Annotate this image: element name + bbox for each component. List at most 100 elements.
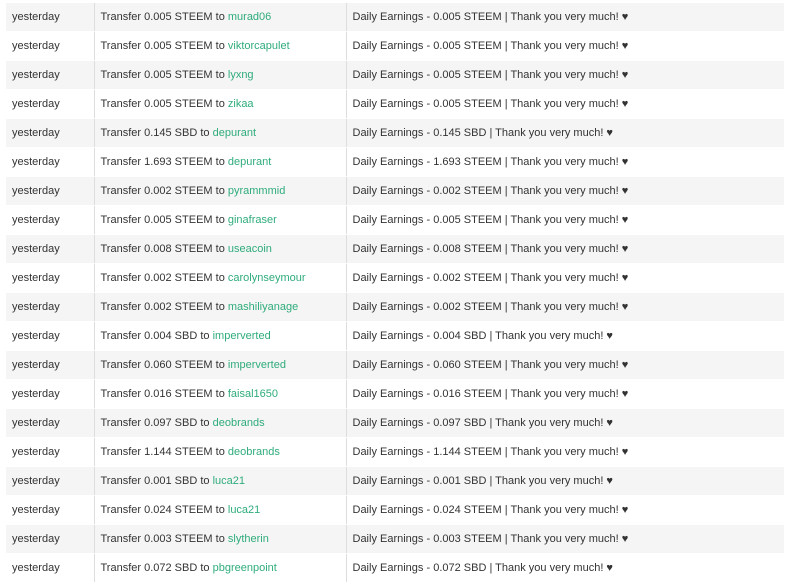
recipient-link[interactable]: depurant [213, 127, 256, 139]
recipient-link[interactable]: slytherin [228, 533, 269, 545]
table-row: yesterday Transfer 0.005 STEEM to zikaa Da… [6, 89, 784, 119]
transfer-action: Transfer 0.002 STEEM to pyrammmid [94, 176, 347, 206]
table-row: yesterday Transfer 1.693 STEEM to depuran… [6, 147, 784, 177]
transfer-date: yesterday [6, 118, 95, 148]
transfer-action: Transfer 0.016 STEEM to faisal1650 [94, 379, 347, 409]
transfer-memo: Daily Earnings - 0.072 SBD | Thank you v… [346, 553, 784, 583]
table-row: yesterday Transfer 0.060 STEEM to imperve… [6, 350, 784, 380]
recipient-link[interactable]: ginafraser [228, 214, 277, 226]
table-row: yesterday Transfer 0.016 STEEM to faisal1… [6, 379, 784, 409]
transfer-action: Transfer 1.693 STEEM to depurant [94, 147, 347, 177]
transfer-date: yesterday [6, 263, 95, 293]
transfer-action: Transfer 0.072 SBD to pbgreenpoint [94, 553, 347, 583]
transfer-action-text: Transfer 0.145 SBD to [100, 127, 210, 139]
transfer-action-text: Transfer 0.005 STEEM to [100, 214, 225, 226]
transfer-date: yesterday [6, 205, 95, 235]
recipient-link[interactable]: mashiliyanage [228, 301, 298, 313]
recipient-link[interactable]: depurant [228, 156, 271, 168]
transfer-action: Transfer 0.002 STEEM to carolynseymour [94, 263, 347, 293]
transfer-memo: Daily Earnings - 1.144 STEEM | Thank you… [346, 437, 784, 467]
recipient-link[interactable]: viktorcapulet [228, 40, 290, 52]
recipient-link[interactable]: carolynseymour [228, 272, 306, 284]
transfer-action: Transfer 0.024 STEEM to luca21 [94, 495, 347, 525]
transfer-action: Transfer 0.005 STEEM to viktorcapulet [94, 31, 347, 61]
table-row: yesterday Transfer 0.005 STEEM to lyxng Da… [6, 60, 784, 90]
recipient-link[interactable]: imperverted [213, 330, 271, 342]
transfer-action-text: Transfer 0.005 STEEM to [100, 11, 225, 23]
transfer-date: yesterday [6, 147, 95, 177]
transfer-date: yesterday [6, 379, 95, 409]
recipient-link[interactable]: lyxng [228, 69, 254, 81]
table-row: yesterday Transfer 0.145 SBD to depurant D… [6, 118, 784, 148]
transfer-action-text: Transfer 0.024 STEEM to [100, 504, 225, 516]
transfer-date: yesterday [6, 321, 95, 351]
transfer-memo: Daily Earnings - 0.005 STEEM | Thank you… [346, 205, 784, 235]
transfer-memo: Daily Earnings - 0.004 SBD | Thank you v… [346, 321, 784, 351]
table-row: yesterday Transfer 0.072 SBD to pbgreenpo… [6, 553, 784, 583]
transfer-history-table-wrapper: yesterday Transfer 0.005 STEEM to murad06… [6, 3, 784, 583]
transfer-memo: Daily Earnings - 0.002 STEEM | Thank you… [346, 292, 784, 322]
recipient-link[interactable]: zikaa [228, 98, 254, 110]
table-row: yesterday Transfer 0.024 STEEM to luca21 D… [6, 495, 784, 525]
transfer-action-text: Transfer 1.144 STEEM to [100, 446, 225, 458]
table-row: yesterday Transfer 1.144 STEEM to deobran… [6, 437, 784, 467]
recipient-link[interactable]: deobrands [213, 417, 265, 429]
transfer-action: Transfer 0.005 STEEM to murad06 [94, 3, 347, 32]
transfer-action-text: Transfer 0.072 SBD to [100, 562, 210, 574]
transfer-memo: Daily Earnings - 0.005 STEEM | Thank you… [346, 31, 784, 61]
transfer-memo: Daily Earnings - 0.060 STEEM | Thank you… [346, 350, 784, 380]
transfer-date: yesterday [6, 176, 95, 206]
transfer-date: yesterday [6, 89, 95, 119]
table-row: yesterday Transfer 0.002 STEEM to mashili… [6, 292, 784, 322]
recipient-link[interactable]: imperverted [228, 359, 286, 371]
transfer-history-body: yesterday Transfer 0.005 STEEM to murad06… [6, 3, 784, 583]
transfer-action: Transfer 0.005 STEEM to ginafraser [94, 205, 347, 235]
transfer-action: Transfer 0.008 STEEM to useacoin [94, 234, 347, 264]
transfer-memo: Daily Earnings - 0.016 STEEM | Thank you… [346, 379, 784, 409]
transfer-date: yesterday [6, 292, 95, 322]
transfer-action: Transfer 0.005 STEEM to zikaa [94, 89, 347, 119]
transfer-action: Transfer 0.003 STEEM to slytherin [94, 524, 347, 554]
transfer-action-text: Transfer 0.002 STEEM to [100, 272, 225, 284]
transfer-date: yesterday [6, 350, 95, 380]
transfer-action-text: Transfer 0.002 STEEM to [100, 301, 225, 313]
transfer-action-text: Transfer 0.001 SBD to [100, 475, 210, 487]
transfer-memo: Daily Earnings - 0.003 STEEM | Thank you… [346, 524, 784, 554]
table-row: yesterday Transfer 0.008 STEEM to useacoi… [6, 234, 784, 264]
recipient-link[interactable]: murad06 [228, 11, 271, 23]
transfer-memo: Daily Earnings - 0.097 SBD | Thank you v… [346, 408, 784, 438]
transfer-memo: Daily Earnings - 0.005 STEEM | Thank you… [346, 60, 784, 90]
table-row: yesterday Transfer 0.005 STEEM to viktorc… [6, 31, 784, 61]
transfer-memo: Daily Earnings - 1.693 STEEM | Thank you… [346, 147, 784, 177]
recipient-link[interactable]: useacoin [228, 243, 272, 255]
transfer-date: yesterday [6, 495, 95, 525]
transfer-date: yesterday [6, 408, 95, 438]
transfer-memo: Daily Earnings - 0.008 STEEM | Thank you… [346, 234, 784, 264]
table-row: yesterday Transfer 0.097 SBD to deobrands… [6, 408, 784, 438]
transfer-action-text: Transfer 0.005 STEEM to [100, 40, 225, 52]
transfer-date: yesterday [6, 437, 95, 467]
transfer-action-text: Transfer 0.004 SBD to [100, 330, 210, 342]
transfer-action: Transfer 0.005 STEEM to lyxng [94, 60, 347, 90]
transfer-action-text: Transfer 0.003 STEEM to [100, 533, 225, 545]
transfer-action-text: Transfer 0.008 STEEM to [100, 243, 225, 255]
transfer-action-text: Transfer 0.060 STEEM to [100, 359, 225, 371]
table-row: yesterday Transfer 0.005 STEEM to murad06… [6, 3, 784, 32]
recipient-link[interactable]: faisal1650 [228, 388, 278, 400]
transfer-memo: Daily Earnings - 0.005 STEEM | Thank you… [346, 89, 784, 119]
transfer-action-text: Transfer 0.005 STEEM to [100, 69, 225, 81]
transfer-date: yesterday [6, 3, 95, 32]
recipient-link[interactable]: pbgreenpoint [213, 562, 277, 574]
transfer-action-text: Transfer 0.016 STEEM to [100, 388, 225, 400]
recipient-link[interactable]: deobrands [228, 446, 280, 458]
transfer-date: yesterday [6, 524, 95, 554]
transfer-action: Transfer 0.060 STEEM to imperverted [94, 350, 347, 380]
recipient-link[interactable]: luca21 [228, 504, 260, 516]
recipient-link[interactable]: pyrammmid [228, 185, 285, 197]
transfer-action: Transfer 0.002 STEEM to mashiliyanage [94, 292, 347, 322]
transfer-action-text: Transfer 0.005 STEEM to [100, 98, 225, 110]
transfer-action-text: Transfer 0.097 SBD to [100, 417, 210, 429]
recipient-link[interactable]: luca21 [213, 475, 245, 487]
transfer-date: yesterday [6, 466, 95, 496]
transfer-date: yesterday [6, 553, 95, 583]
